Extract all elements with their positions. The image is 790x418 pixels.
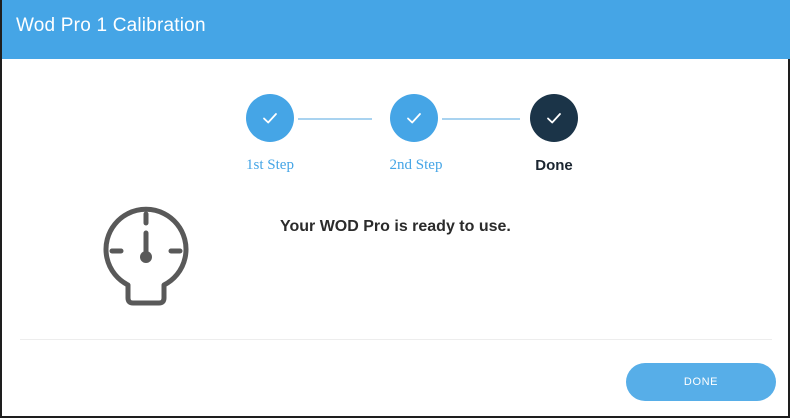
step-connector [442, 118, 520, 120]
step-2-circle [390, 94, 438, 142]
step-1-label: 1st Step [246, 157, 294, 173]
step-3-label: Done [535, 157, 573, 174]
dialog-title-bar: Wod Pro 1 Calibration [2, 0, 790, 59]
checkmark-icon [547, 113, 561, 124]
ready-message: Your WOD Pro is ready to use. [280, 218, 511, 235]
calibration-dialog: Wod Pro 1 Calibration 1st Step 2nd Step … [0, 0, 790, 418]
gauge-icon [103, 206, 189, 306]
step-3-circle [530, 94, 578, 142]
footer-divider [20, 339, 772, 340]
checkmark-icon [263, 113, 277, 124]
step-connector [298, 118, 372, 120]
done-button[interactable]: DONE [626, 363, 776, 401]
dialog-title: Wod Pro 1 Calibration [16, 15, 206, 36]
step-1-circle [246, 94, 294, 142]
checkmark-icon [407, 113, 421, 124]
step-2-label: 2nd Step [389, 157, 443, 173]
